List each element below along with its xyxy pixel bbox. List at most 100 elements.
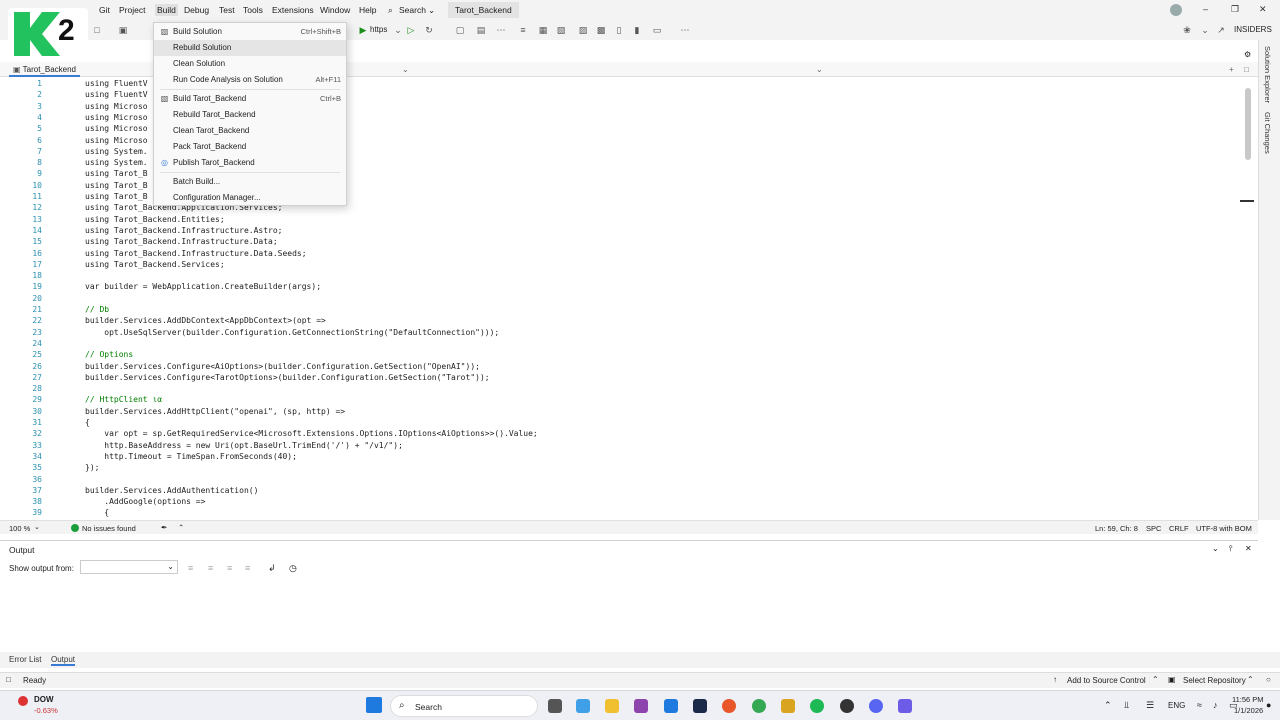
chevron-down-icon[interactable]: ⌄ <box>1200 25 1210 35</box>
file-encoding[interactable]: UTF-8 with BOM <box>1196 524 1252 533</box>
split-icon[interactable]: □ <box>1244 65 1249 74</box>
bookmark-clear-icon[interactable]: ▭ <box>652 25 662 35</box>
find-message-icon[interactable]: ≡ <box>188 563 193 573</box>
discord-icon[interactable] <box>869 699 883 713</box>
restore-icon[interactable]: ❐ <box>1231 4 1239 15</box>
member-dropdown-chevron-icon[interactable]: ⌄ <box>816 65 823 74</box>
editor-scrollbar-thumb[interactable] <box>1245 88 1251 160</box>
pin-icon[interactable]: ⫯ <box>1229 544 1232 554</box>
menu-item-rebuild-solution[interactable]: Rebuild Solution <box>154 40 346 56</box>
prev-message-icon[interactable]: ≡ <box>208 563 213 573</box>
clock-date[interactable]: 1/1/2026 <box>1234 706 1263 715</box>
share-icon[interactable]: ↗ <box>1216 25 1226 35</box>
clock-icon[interactable]: ◷ <box>289 563 297 574</box>
chevron-down-icon[interactable]: ⌄ <box>34 523 40 531</box>
chevron-up-icon[interactable]: ⌃ <box>1247 675 1254 684</box>
chrome-icon[interactable] <box>752 699 766 713</box>
windows-start-icon[interactable] <box>366 697 382 713</box>
menu-git[interactable]: Git <box>99 5 110 15</box>
notification-icon[interactable]: ○ <box>1266 675 1271 684</box>
file-explorer-icon[interactable] <box>605 699 619 713</box>
photoshop-icon[interactable] <box>693 699 707 713</box>
vs-installer-icon[interactable] <box>898 699 912 713</box>
overflow-icon[interactable]: ⋯ <box>680 25 690 35</box>
clock-time[interactable]: 11:56 PM <box>1232 695 1264 704</box>
spotify-icon[interactable] <box>810 699 824 713</box>
menu-item-pack-project[interactable]: Pack Tarot_Backend <box>154 139 346 155</box>
menu-tools[interactable]: Tools <box>243 5 263 15</box>
chevron-up-icon[interactable]: ⌃ <box>1152 675 1159 684</box>
menu-help[interactable]: Help <box>359 5 376 15</box>
volume-icon[interactable]: ♪ <box>1213 700 1218 710</box>
taskbar-search[interactable]: ⌕ Search <box>390 695 538 717</box>
menu-item-clean-project[interactable]: Clean Tarot_Backend <box>154 123 346 139</box>
chevron-down-icon[interactable]: ⌄ <box>1212 544 1219 553</box>
add-source-control[interactable]: Add to Source Control <box>1067 676 1146 685</box>
avatar[interactable] <box>1170 4 1182 16</box>
visual-studio-icon[interactable] <box>634 699 648 713</box>
clear-all-icon[interactable]: ≡ <box>245 563 250 573</box>
new-item-icon[interactable]: ▣ <box>118 25 128 35</box>
menu-item-publish-project[interactable]: ◎ Publish Tarot_Backend <box>154 155 346 171</box>
close-icon[interactable]: ✕ <box>1259 4 1267 15</box>
menu-build[interactable]: Build <box>155 4 178 16</box>
menu-item-clean-solution[interactable]: Clean Solution <box>154 56 346 72</box>
word-wrap-icon[interactable]: ↲ <box>268 563 276 574</box>
menu-search[interactable]: Search <box>399 5 426 15</box>
notification-bell-icon[interactable]: ● <box>1266 700 1271 710</box>
issues-status[interactable]: No issues found <box>82 524 136 533</box>
next-message-icon[interactable]: ≡ <box>227 563 232 573</box>
tab-output[interactable]: Output <box>51 655 76 666</box>
add-icon[interactable]: + <box>1229 65 1234 74</box>
menu-debug[interactable]: Debug <box>184 5 209 15</box>
outdent-icon[interactable]: ▩ <box>596 25 606 35</box>
task-view-icon[interactable] <box>548 699 562 713</box>
line-ending[interactable]: CRLF <box>1169 524 1189 533</box>
mic-icon[interactable]: ☰ <box>1146 700 1154 711</box>
menu-item-configuration-manager[interactable]: Configuration Manager... <box>154 190 346 206</box>
comment-icon[interactable]: ▦ <box>538 25 548 35</box>
chevron-down-icon[interactable]: ⌄ <box>393 25 403 35</box>
run-profile-label[interactable]: https <box>370 25 387 34</box>
close-icon[interactable]: ✕ <box>1245 544 1252 553</box>
firefox-icon[interactable] <box>722 699 736 713</box>
bookmark-next-icon[interactable]: ▮ <box>632 25 642 35</box>
tab-solution-explorer[interactable]: Solution Explorer <box>1263 46 1272 103</box>
wifi-icon[interactable]: ≈ <box>1197 700 1202 710</box>
perf-icon[interactable]: ≡ <box>518 25 528 35</box>
menu-item-rebuild-project[interactable]: Rebuild Tarot_Backend <box>154 107 346 123</box>
uncomment-icon[interactable]: ▧ <box>556 25 566 35</box>
menu-window[interactable]: Window <box>320 5 350 15</box>
ticker-name[interactable]: DOW <box>34 695 54 704</box>
zoom-level[interactable]: 100 % <box>9 524 30 533</box>
chevron-up-icon[interactable]: ⌃ <box>1104 700 1112 711</box>
copilot-icon[interactable]: ❀ <box>1182 25 1192 35</box>
menu-extensions[interactable]: Extensions <box>272 5 314 15</box>
run-icon[interactable]: ▶ <box>358 25 368 35</box>
type-dropdown-chevron-icon[interactable]: ⌄ <box>402 65 409 74</box>
output-source-select[interactable]: ⌄ <box>80 560 178 574</box>
whitespace-mode[interactable]: SPC <box>1146 524 1161 533</box>
select-repository[interactable]: Select Repository <box>1183 676 1246 685</box>
nav-back-icon[interactable]: □ <box>92 25 102 35</box>
menu-item-build-solution[interactable]: ▧ Build Solution Ctrl+Shift+B <box>154 24 346 40</box>
settings-icon[interactable]: ⚙ <box>1244 50 1251 59</box>
github-icon[interactable] <box>840 699 854 713</box>
menu-item-batch-build[interactable]: Batch Build... <box>154 174 346 190</box>
chevron-up-icon[interactable]: ⌃ <box>178 523 184 532</box>
minimize-icon[interactable]: – <box>1203 4 1208 14</box>
tab-error-list[interactable]: Error List <box>9 655 41 664</box>
app-icon[interactable] <box>781 699 795 713</box>
menu-test[interactable]: Test <box>219 5 235 15</box>
bookmark-icon[interactable]: ▯ <box>614 25 624 35</box>
cursor-position[interactable]: Ln: 59, Ch: 8 <box>1095 524 1138 533</box>
language-indicator[interactable]: ENG <box>1168 701 1185 710</box>
refresh-icon[interactable]: ↻ <box>424 25 434 35</box>
menu-item-build-project[interactable]: ▧ Build Tarot_Backend Ctrl+B <box>154 91 346 107</box>
copilot-app-icon[interactable] <box>576 699 590 713</box>
brush-icon[interactable]: ✒ <box>161 523 167 532</box>
window-icon[interactable]: ▤ <box>476 25 486 35</box>
indent-icon[interactable]: ▨ <box>578 25 588 35</box>
start-without-debug-icon[interactable]: ▷ <box>406 25 416 35</box>
vscode-icon[interactable] <box>664 699 678 713</box>
